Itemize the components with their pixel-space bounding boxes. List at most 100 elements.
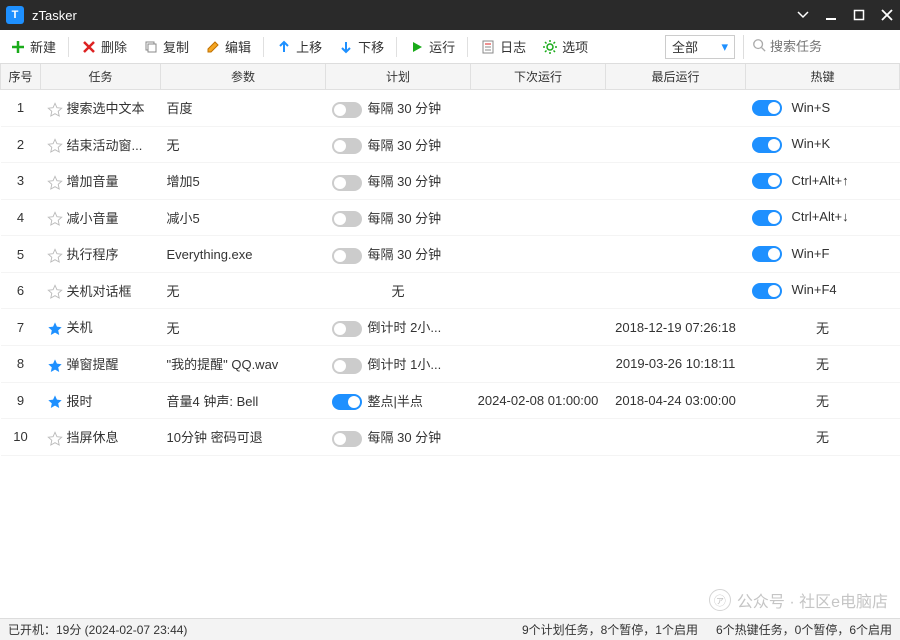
task-param: "我的提醒" QQ.wav: [161, 345, 326, 382]
options-label: 选项: [562, 37, 588, 56]
play-icon: [409, 39, 425, 55]
next-run: [471, 236, 606, 273]
task-param: 减小5: [161, 199, 326, 236]
star-icon[interactable]: [47, 175, 63, 191]
table-row[interactable]: 1搜索选中文本百度每隔 30 分钟Win+S: [1, 90, 900, 127]
hotkey-text: Ctrl+Alt+↓: [792, 209, 849, 224]
close-button[interactable]: [880, 8, 894, 22]
task-param: Everything.exe: [161, 236, 326, 273]
plan-toggle[interactable]: [332, 175, 362, 191]
hotkey-toggle[interactable]: [752, 210, 782, 226]
row-index: 4: [1, 199, 41, 236]
filter-combo[interactable]: 全部 ▾: [665, 35, 735, 59]
col-next[interactable]: 下次运行: [471, 64, 606, 90]
col-hotkey[interactable]: 热键: [746, 64, 900, 90]
star-icon[interactable]: [47, 138, 63, 154]
next-run: [471, 199, 606, 236]
table-row[interactable]: 4减小音量减小5每隔 30 分钟Ctrl+Alt+↓: [1, 199, 900, 236]
hotkey-toggle[interactable]: [752, 246, 782, 262]
last-run: [606, 199, 746, 236]
col-task[interactable]: 任务: [41, 64, 161, 90]
minimize-button[interactable]: [824, 8, 838, 22]
table-row[interactable]: 9报时音量4 钟声: Bell整点|半点2024-02-08 01:00:002…: [1, 382, 900, 419]
plan-text: 倒计时 2小...: [368, 320, 442, 335]
copy-button[interactable]: 复制: [139, 35, 193, 58]
star-icon[interactable]: [47, 102, 63, 118]
edit-button[interactable]: 编辑: [201, 35, 255, 58]
plan-toggle[interactable]: [332, 431, 362, 447]
hotkey-text: Win+F4: [792, 282, 837, 297]
edit-label: 编辑: [225, 37, 251, 56]
delete-button[interactable]: 删除: [77, 35, 131, 58]
star-icon[interactable]: [47, 284, 63, 300]
maximize-button[interactable]: [852, 8, 866, 22]
plan-toggle[interactable]: [332, 358, 362, 374]
filter-value: 全部: [672, 37, 698, 56]
arrow-down-icon: [338, 39, 354, 55]
table-row[interactable]: 10挡屏休息10分钟 密码可退每隔 30 分钟无: [1, 419, 900, 456]
hotkey-text: 无: [752, 318, 894, 337]
hotkey-text: Win+K: [792, 136, 831, 151]
task-param: 音量4 钟声: Bell: [161, 382, 326, 419]
star-icon[interactable]: [47, 394, 63, 410]
hotkey-toggle[interactable]: [752, 173, 782, 189]
plan-toggle[interactable]: [332, 138, 362, 154]
task-param: 增加5: [161, 163, 326, 200]
search-icon: [752, 38, 766, 55]
status-plan: 9个计划任务，8个暂停，1个启用: [522, 621, 698, 638]
task-name: 关机对话框: [67, 284, 132, 299]
table-row[interactable]: 5执行程序Everything.exe每隔 30 分钟Win+F: [1, 236, 900, 273]
options-button[interactable]: 选项: [538, 35, 592, 58]
app-icon: T: [6, 6, 24, 24]
arrow-up-icon: [276, 39, 292, 55]
moveup-button[interactable]: 上移: [272, 35, 326, 58]
dropdown-icon[interactable]: [796, 8, 810, 22]
plan-toggle[interactable]: [332, 211, 362, 227]
col-plan[interactable]: 计划: [326, 64, 471, 90]
next-run: [471, 272, 606, 309]
table-row[interactable]: 6关机对话框无无Win+F4: [1, 272, 900, 309]
last-run: [606, 419, 746, 456]
hotkey-toggle[interactable]: [752, 100, 782, 116]
log-icon: [480, 39, 496, 55]
header-row: 序号 任务 参数 计划 下次运行 最后运行 热键: [1, 64, 900, 90]
separator: [263, 37, 264, 57]
hotkey-text: 无: [752, 391, 894, 410]
search-box[interactable]: [743, 35, 894, 59]
col-param[interactable]: 参数: [161, 64, 326, 90]
task-param: 百度: [161, 90, 326, 127]
table-row[interactable]: 3增加音量增加5每隔 30 分钟Ctrl+Alt+↑: [1, 163, 900, 200]
plan-text: 倒计时 1小...: [368, 357, 442, 372]
run-button[interactable]: 运行: [405, 35, 459, 58]
table-row[interactable]: 8弹窗提醒"我的提醒" QQ.wav倒计时 1小...2019-03-26 10…: [1, 345, 900, 382]
plan-toggle[interactable]: [332, 321, 362, 337]
last-run: 2018-04-24 03:00:00: [606, 382, 746, 419]
log-button[interactable]: 日志: [476, 35, 530, 58]
next-run: [471, 419, 606, 456]
copy-label: 复制: [163, 37, 189, 56]
plan-toggle[interactable]: [332, 394, 362, 410]
hotkey-toggle[interactable]: [752, 283, 782, 299]
new-button[interactable]: 新建: [6, 35, 60, 58]
star-icon[interactable]: [47, 248, 63, 264]
hotkey-text: Win+F: [792, 246, 830, 261]
last-run: 2018-12-19 07:26:18: [606, 309, 746, 346]
star-icon[interactable]: [47, 358, 63, 374]
star-icon[interactable]: [47, 431, 63, 447]
plan-toggle[interactable]: [332, 248, 362, 264]
task-name: 搜索选中文本: [67, 101, 145, 116]
hotkey-toggle[interactable]: [752, 137, 782, 153]
col-last[interactable]: 最后运行: [606, 64, 746, 90]
star-icon[interactable]: [47, 211, 63, 227]
star-icon[interactable]: [47, 321, 63, 337]
search-input[interactable]: [770, 39, 890, 54]
task-name: 挡屏休息: [67, 430, 119, 445]
plan-text: 每隔 30 分钟: [368, 247, 442, 262]
col-idx[interactable]: 序号: [1, 64, 41, 90]
plan-text: 每隔 30 分钟: [368, 101, 442, 116]
table-row[interactable]: 2结束活动窗...无每隔 30 分钟Win+K: [1, 126, 900, 163]
task-name: 弹窗提醒: [67, 357, 119, 372]
plan-toggle[interactable]: [332, 102, 362, 118]
table-row[interactable]: 7关机无倒计时 2小...2018-12-19 07:26:18无: [1, 309, 900, 346]
movedown-button[interactable]: 下移: [334, 35, 388, 58]
